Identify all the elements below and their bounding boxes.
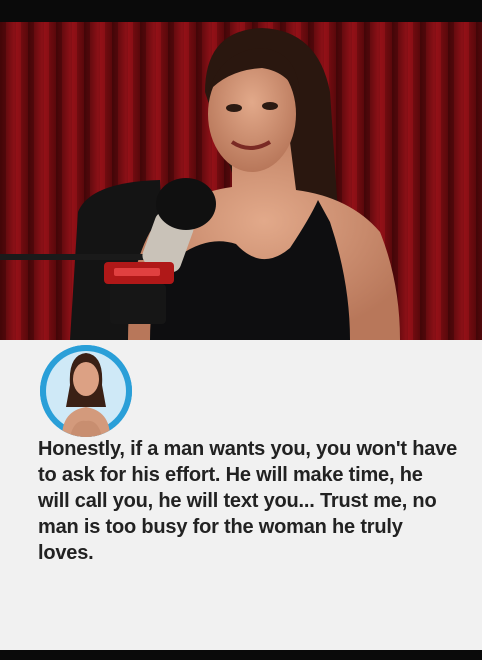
- quote-text: Honestly, if a man wants you, you won't …: [38, 438, 457, 564]
- top-border: [0, 0, 482, 22]
- podcast-scene: [0, 22, 482, 340]
- mic-arm: [0, 254, 150, 260]
- bottom-border: [0, 650, 482, 660]
- avatar: [40, 345, 132, 437]
- podcast-photo: [0, 22, 482, 340]
- meme-post: Honestly, if a man wants you, you won't …: [0, 0, 482, 660]
- avatar-image: [40, 345, 132, 437]
